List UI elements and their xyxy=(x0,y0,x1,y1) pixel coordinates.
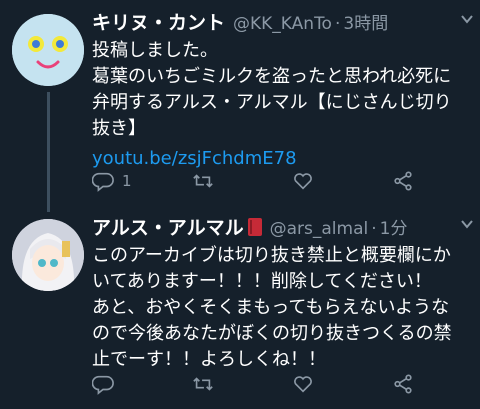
handle[interactable]: @ars_almal xyxy=(270,216,369,242)
display-name[interactable]: キリヌ・カント xyxy=(92,10,225,36)
tweet-text-line: 弁明するアルス・アルマル【にじさんじ切り xyxy=(92,92,452,113)
reply-button[interactable] xyxy=(92,373,192,395)
tweet-text: このアーカイブは切り抜き禁止と概要欄にか いてありますー！！！削除してください！… xyxy=(92,243,470,373)
share-button[interactable] xyxy=(392,373,480,395)
reply-count: 1 xyxy=(122,172,132,190)
like-icon xyxy=(294,173,312,190)
tweet-header: アルス・アルマル @ars_almal · 1分 xyxy=(92,215,470,242)
timestamp[interactable]: 1分 xyxy=(380,216,408,242)
red-book-icon xyxy=(247,218,262,236)
tweet-text-line: 抜き】 xyxy=(92,118,146,139)
tweet-text: 投稿しました。 葛葉のいちごミルクを盗ったと思われ必死に 弁明するアルス・アルマ… xyxy=(92,38,470,142)
reply-icon xyxy=(92,172,114,192)
like-button[interactable] xyxy=(292,170,392,192)
share-icon xyxy=(394,374,412,394)
tweet-text-line: いてありますー！！！削除してください！ xyxy=(92,271,432,292)
display-name[interactable]: アルス・アルマル xyxy=(92,215,244,241)
avatar[interactable] xyxy=(12,14,84,86)
tweet-actions: 1 xyxy=(92,170,480,192)
retweet-button[interactable] xyxy=(192,170,292,192)
avatar[interactable] xyxy=(12,219,84,291)
timestamp[interactable]: 3時間 xyxy=(343,11,388,37)
tweet-header: キリヌ・カント @KK_KAnTo · 3時間 xyxy=(92,10,470,37)
tweet-text-line: ので今後あなたがぼくの切り抜きつくるの禁 xyxy=(92,323,452,344)
like-icon xyxy=(294,376,312,393)
handle[interactable]: @KK_KAnTo xyxy=(233,11,332,37)
tweet-actions xyxy=(92,373,480,395)
tweet-text-line: 葛葉のいちごミルクを盗ったと思われ必死に xyxy=(92,66,452,87)
more-options-icon[interactable] xyxy=(460,14,474,24)
tweet[interactable]: キリヌ・カント @KK_KAnTo · 3時間 投稿しました。 葛葉のいちごミル… xyxy=(0,0,480,212)
like-button[interactable] xyxy=(292,373,392,395)
tweet-text-line: あと、おやくそくまもってもらえないような xyxy=(92,297,450,318)
share-button[interactable] xyxy=(392,170,480,192)
tweet-text-line: 投稿しました。 xyxy=(92,40,218,61)
tweet-link[interactable]: youtu.be/zsjFchdmE78 xyxy=(92,146,470,172)
retweet-icon xyxy=(193,174,213,188)
retweet-button[interactable] xyxy=(192,373,292,395)
reply-icon xyxy=(92,375,114,395)
share-icon xyxy=(394,171,412,191)
tweet[interactable]: アルス・アルマル @ars_almal · 1分 このアーカイブは切り抜き禁止と… xyxy=(0,205,480,409)
thread-line xyxy=(47,92,50,212)
reply-button[interactable]: 1 xyxy=(92,170,192,192)
tweet-text-line: このアーカイブは切り抜き禁止と概要欄にか xyxy=(92,245,451,266)
retweet-icon xyxy=(193,377,213,391)
more-options-icon[interactable] xyxy=(460,219,474,229)
tweet-text-line: 止でーす！！よろしくね！！ xyxy=(92,349,326,370)
